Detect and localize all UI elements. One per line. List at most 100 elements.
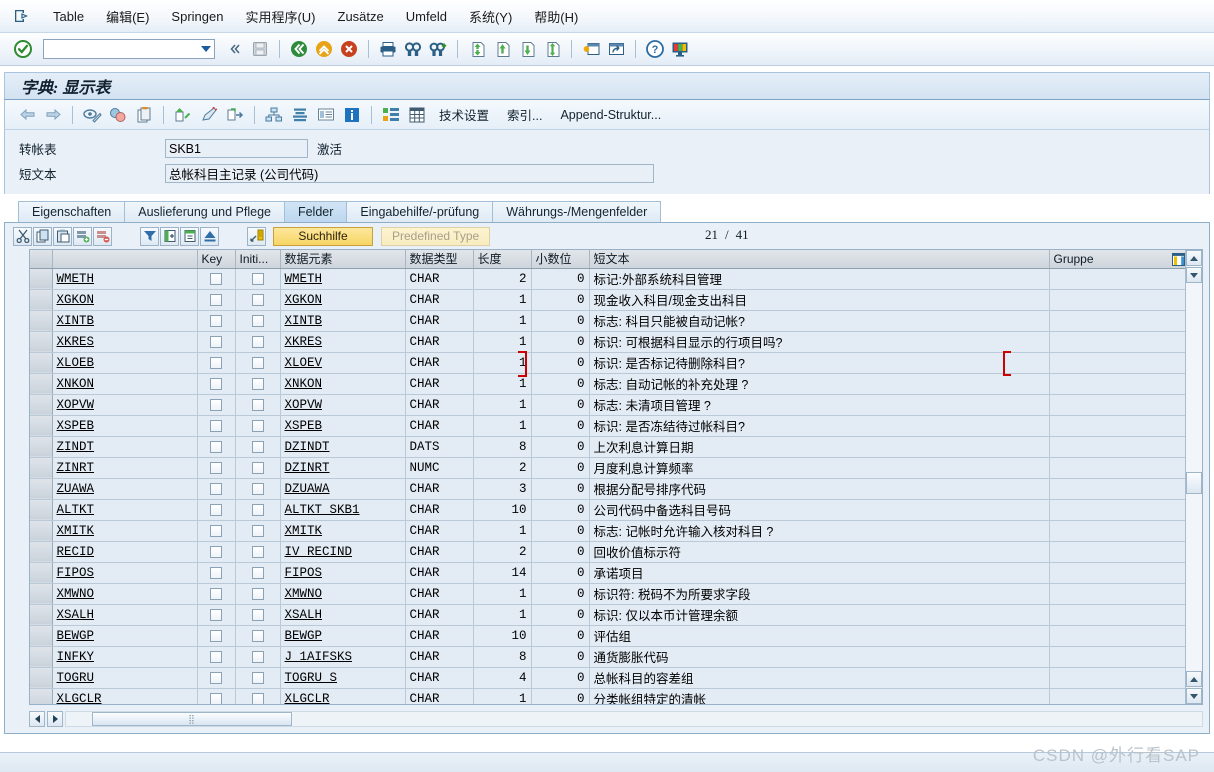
paste-icon[interactable]	[53, 226, 72, 246]
cell-data-type[interactable]: CHAR	[405, 646, 474, 668]
cell-data-element[interactable]: DZUAWA	[280, 478, 406, 500]
create-session-icon[interactable]	[580, 38, 602, 60]
col-data-type[interactable]: 数据类型	[405, 250, 474, 269]
cell-initial-checkbox[interactable]	[235, 352, 281, 374]
row-select-cell[interactable]	[30, 373, 53, 395]
customize-layout-icon[interactable]	[669, 38, 691, 60]
technical-settings-button[interactable]: 技术设置	[431, 103, 497, 126]
col-length[interactable]: 长度	[473, 250, 532, 269]
initial-checkbox[interactable]	[251, 504, 264, 517]
cell-gruppe[interactable]	[1049, 457, 1189, 479]
cell-gruppe[interactable]	[1049, 310, 1189, 332]
previous-page-icon[interactable]	[491, 38, 513, 60]
cell-data-element-link[interactable]: XMITK	[285, 524, 323, 538]
cell-key-checkbox[interactable]	[197, 604, 236, 626]
cell-key-checkbox[interactable]	[197, 268, 236, 290]
cell-data-element[interactable]: XGKON	[280, 289, 406, 311]
row-select-cell[interactable]	[30, 499, 53, 521]
cell-field-name[interactable]: XSPEB	[52, 415, 198, 437]
cell-initial-checkbox[interactable]	[235, 478, 281, 500]
cell-key-checkbox[interactable]	[197, 373, 236, 395]
cell-gruppe[interactable]	[1049, 268, 1189, 290]
table-row[interactable]: ALTKT ALTKT_SKB1 CHAR 10 0 公司代码中备选科目号码	[30, 499, 1189, 521]
cell-short-text[interactable]: 分类帐组特定的清帐	[589, 688, 1050, 704]
cell-data-type[interactable]: DATS	[405, 436, 474, 458]
col-short-text[interactable]: 短文本	[589, 250, 1050, 269]
cell-length[interactable]: 8	[473, 436, 532, 458]
cell-decimals[interactable]: 0	[531, 457, 590, 479]
cell-key-checkbox[interactable]	[197, 667, 236, 689]
cell-short-text[interactable]: 回收价值标示符	[589, 541, 1050, 563]
cut-icon[interactable]	[13, 226, 32, 246]
cell-short-text[interactable]: 标记:外部系统科目管理	[589, 268, 1050, 290]
cell-data-element[interactable]: BEWGP	[280, 625, 406, 647]
cell-field-name-link[interactable]: BEWGP	[57, 629, 95, 643]
save-icon[interactable]	[249, 38, 271, 60]
cell-short-text[interactable]: 标识: 可根据科目显示的行项目吗?	[589, 331, 1050, 353]
tab-waehrungs-mengenfelder[interactable]: Währungs-/Mengenfelder	[492, 201, 662, 222]
cell-data-element-link[interactable]: XLGCLR	[285, 692, 330, 705]
enter-check-icon[interactable]	[12, 38, 34, 60]
print-icon[interactable]	[377, 38, 399, 60]
cell-short-text[interactable]: 标志: 未清项目管理 ?	[589, 394, 1050, 416]
append-structure-button[interactable]: Append-Struktur...	[552, 106, 669, 124]
cell-data-type[interactable]: CHAR	[405, 331, 474, 353]
cell-decimals[interactable]: 0	[531, 667, 590, 689]
initial-checkbox[interactable]	[251, 273, 264, 286]
cell-short-text[interactable]: 标识: 是否冻结待过帐科目?	[589, 415, 1050, 437]
cell-data-element[interactable]: ALTKT_SKB1	[280, 499, 406, 521]
cell-initial-checkbox[interactable]	[235, 310, 281, 332]
cell-initial-checkbox[interactable]	[235, 499, 281, 521]
cell-length[interactable]: 1	[473, 583, 532, 605]
cell-initial-checkbox[interactable]	[235, 331, 281, 353]
table-horizontal-scrollbar[interactable]: ⣿	[29, 709, 1203, 729]
exit-icon[interactable]	[313, 38, 335, 60]
cell-length[interactable]: 1	[473, 310, 532, 332]
key-checkbox[interactable]	[210, 420, 222, 433]
cell-decimals[interactable]: 0	[531, 268, 590, 290]
cell-gruppe[interactable]	[1049, 667, 1189, 689]
cell-key-checkbox[interactable]	[197, 415, 236, 437]
cell-data-type[interactable]: CHAR	[405, 604, 474, 626]
cell-gruppe[interactable]	[1049, 520, 1189, 542]
cell-key-checkbox[interactable]	[197, 583, 236, 605]
cell-field-name-link[interactable]: RECID	[57, 545, 95, 559]
cell-data-type[interactable]: CHAR	[405, 562, 474, 584]
cell-length[interactable]: 14	[473, 562, 532, 584]
cell-decimals[interactable]: 0	[531, 604, 590, 626]
menu-table[interactable]: Table	[42, 7, 95, 26]
cell-data-element[interactable]: XMITK	[280, 520, 406, 542]
cell-key-checkbox[interactable]	[197, 289, 236, 311]
cell-data-type[interactable]: CHAR	[405, 373, 474, 395]
last-page-icon[interactable]	[541, 38, 563, 60]
table-row[interactable]: XSPEB XSPEB CHAR 1 0 标识: 是否冻结待过帐科目?	[30, 415, 1189, 437]
cell-field-name[interactable]: INFKY	[52, 646, 198, 668]
find-icon[interactable]	[402, 38, 424, 60]
documentation-icon[interactable]	[314, 104, 338, 126]
cell-data-element-link[interactable]: DZINRT	[285, 461, 330, 475]
row-select-cell[interactable]	[30, 583, 53, 605]
cell-field-name-link[interactable]: XNKON	[57, 377, 95, 391]
initial-checkbox[interactable]	[251, 315, 264, 328]
cell-initial-checkbox[interactable]	[235, 541, 281, 563]
cell-data-type[interactable]: CHAR	[405, 499, 474, 521]
initial-checkbox[interactable]	[251, 630, 264, 643]
cell-data-element-link[interactable]: IV_RECIND	[285, 545, 353, 559]
key-checkbox[interactable]	[210, 630, 222, 643]
cell-field-name-link[interactable]: TOGRU	[57, 671, 95, 685]
cell-field-name[interactable]: XSALH	[52, 604, 198, 626]
scroll-up-icon[interactable]	[1186, 250, 1202, 266]
cell-short-text[interactable]: 评估组	[589, 625, 1050, 647]
cell-key-checkbox[interactable]	[197, 688, 236, 704]
cell-data-element[interactable]: XINTB	[280, 310, 406, 332]
table-row[interactable]: TOGRU TOGRU_S CHAR 4 0 总帐科目的容差组	[30, 667, 1189, 689]
cell-data-element[interactable]: XLOEV	[280, 352, 406, 374]
key-checkbox[interactable]	[210, 441, 222, 454]
menu-edit[interactable]: 编辑(E)	[95, 5, 160, 28]
shorttext-field[interactable]: 总帐科目主记录 (公司代码)	[165, 164, 654, 183]
cell-data-type[interactable]: CHAR	[405, 394, 474, 416]
col-decimals[interactable]: 小数位	[531, 250, 590, 269]
key-checkbox[interactable]	[210, 294, 222, 307]
cell-short-text[interactable]: 标识: 是否标记待删除科目?	[589, 352, 1050, 374]
col-gruppe[interactable]: Gruppe	[1049, 250, 1189, 269]
